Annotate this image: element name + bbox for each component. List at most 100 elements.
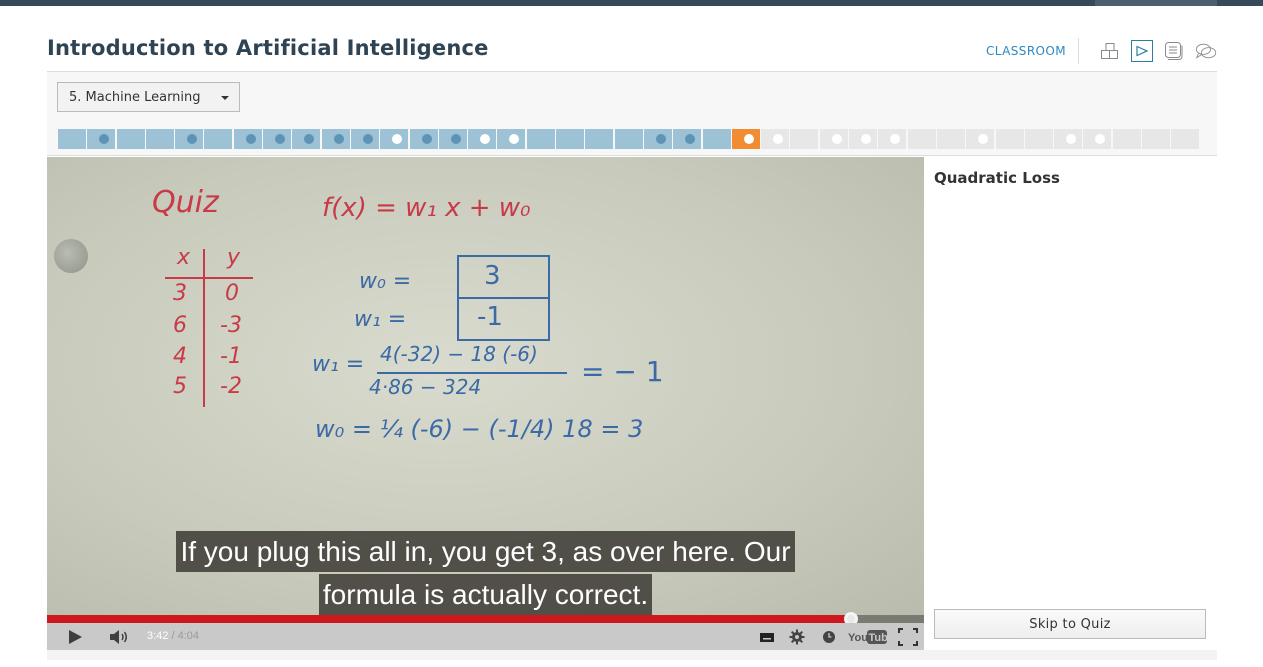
progress-segment[interactable] (380, 129, 409, 149)
progress-segment[interactable] (585, 129, 614, 149)
progress-segment[interactable] (526, 129, 555, 149)
fraction-bar (377, 372, 567, 374)
gear-icon (789, 629, 805, 644)
fullscreen-icon (898, 627, 918, 646)
progress-segment[interactable] (1141, 129, 1170, 149)
completed-marker-icon (421, 134, 432, 144)
time-display: 3:42 / 4:04 (147, 630, 199, 642)
progress-segment[interactable] (263, 129, 292, 149)
current-time: 3:42 (147, 630, 169, 642)
progress-segment[interactable] (58, 129, 86, 149)
progress-segment[interactable] (936, 129, 965, 149)
progress-segment[interactable] (761, 129, 790, 149)
completed-marker-icon (245, 134, 256, 144)
forum-icon[interactable] (1195, 40, 1217, 62)
course-map-icon[interactable] (1099, 40, 1121, 62)
progress-segment[interactable] (556, 129, 585, 149)
table-header-y: y (227, 245, 241, 270)
progress-segment[interactable] (468, 129, 497, 149)
quiz-marker-icon (861, 134, 872, 144)
progress-segment[interactable] (321, 129, 350, 149)
watch-later-button[interactable] (822, 623, 836, 650)
settings-button[interactable] (789, 623, 805, 650)
svg-text:You: You (848, 632, 868, 644)
chevron-down-icon (221, 96, 229, 100)
youtube-logo-button[interactable]: YouTube (848, 623, 888, 650)
w1-denominator: 4·86 − 324 (369, 375, 482, 399)
svg-text:Tube: Tube (869, 632, 889, 644)
table-cell: -3 (220, 313, 242, 338)
volume-button[interactable] (109, 623, 129, 650)
progress-segment[interactable] (438, 129, 467, 149)
fullscreen-button[interactable] (898, 623, 918, 650)
completed-marker-icon (655, 134, 666, 144)
completed-marker-icon (275, 134, 286, 144)
progress-segment[interactable] (673, 129, 702, 149)
top-nav-active-tab[interactable] (1095, 0, 1217, 6)
clock-icon (823, 630, 835, 643)
progress-segment[interactable] (907, 129, 936, 149)
course-header: Introduction to Artificial Intelligence … (47, 30, 1217, 72)
w0-label: w₀ = (359, 269, 412, 294)
lesson-progress-bar (58, 129, 1201, 149)
progress-segment[interactable] (1083, 129, 1112, 149)
video-controls: 3:42 / 4:04 YouTube (47, 623, 924, 650)
progress-segment[interactable] (350, 129, 379, 149)
table-cell: 4 (173, 344, 187, 369)
progress-segment[interactable] (643, 129, 672, 149)
progress-segment[interactable] (1112, 129, 1141, 149)
play-button[interactable] (67, 623, 83, 650)
scrubber-played (47, 615, 851, 623)
lesson-title: Quadratic Loss (934, 169, 1060, 187)
progress-segment-current[interactable] (731, 129, 760, 149)
table-cell: 5 (173, 374, 187, 399)
progress-segment[interactable] (1171, 129, 1200, 149)
quiz-marker-icon (1095, 134, 1106, 144)
completed-marker-icon (685, 134, 696, 144)
quiz-marker-icon (509, 134, 520, 144)
video-icon[interactable] (1131, 40, 1153, 62)
notes-icon[interactable] (1163, 40, 1185, 62)
progress-segment[interactable] (233, 129, 262, 149)
progress-segment[interactable] (292, 129, 321, 149)
volume-icon (110, 629, 127, 644)
table-cell: -2 (220, 374, 242, 399)
top-nav-bar (0, 0, 1263, 6)
progress-segment[interactable] (819, 129, 848, 149)
classroom-link[interactable]: CLASSROOM (986, 44, 1066, 58)
progress-segment[interactable] (87, 129, 116, 149)
progress-segment[interactable] (204, 129, 233, 149)
video-scrubber[interactable] (47, 612, 924, 626)
video-player[interactable]: Quiz f(x) = w₁ x + w₀ x y 3 0 6 -3 4 -1 … (47, 157, 924, 650)
footer-strip (47, 650, 1217, 660)
play-icon (69, 629, 82, 644)
completed-marker-icon (99, 134, 110, 144)
w0-box-value: 3 (484, 261, 501, 291)
progress-segment[interactable] (849, 129, 878, 149)
completed-marker-icon (362, 134, 373, 144)
progress-segment[interactable] (966, 129, 995, 149)
progress-segment[interactable] (1024, 129, 1053, 149)
progress-segment[interactable] (175, 129, 204, 149)
answer-box: 3 -1 (457, 255, 550, 341)
lesson-toolbar: 5. Machine Learning (47, 72, 1217, 156)
progress-segment[interactable] (790, 129, 819, 149)
progress-segment[interactable] (1054, 129, 1083, 149)
progress-segment[interactable] (145, 129, 174, 149)
captions-icon (760, 632, 774, 642)
caption-line: If you plug this all in, you get 3, as o… (47, 531, 924, 572)
progress-segment[interactable] (409, 129, 438, 149)
progress-segment[interactable] (497, 129, 526, 149)
progress-segment[interactable] (995, 129, 1024, 149)
progress-segment[interactable] (614, 129, 643, 149)
progress-segment[interactable] (878, 129, 907, 149)
w1-numerator: 4(-32) − 18 (-6) (380, 342, 538, 366)
captions-button[interactable] (759, 623, 775, 650)
lesson-select[interactable]: 5. Machine Learning (57, 82, 240, 112)
progress-segment[interactable] (116, 129, 145, 149)
table-cell: 3 (173, 281, 187, 306)
skip-to-quiz-button[interactable]: Skip to Quiz (934, 609, 1206, 639)
table-cell: -1 (220, 344, 242, 369)
progress-segment[interactable] (702, 129, 731, 149)
youtube-logo-icon: YouTube (848, 629, 889, 644)
